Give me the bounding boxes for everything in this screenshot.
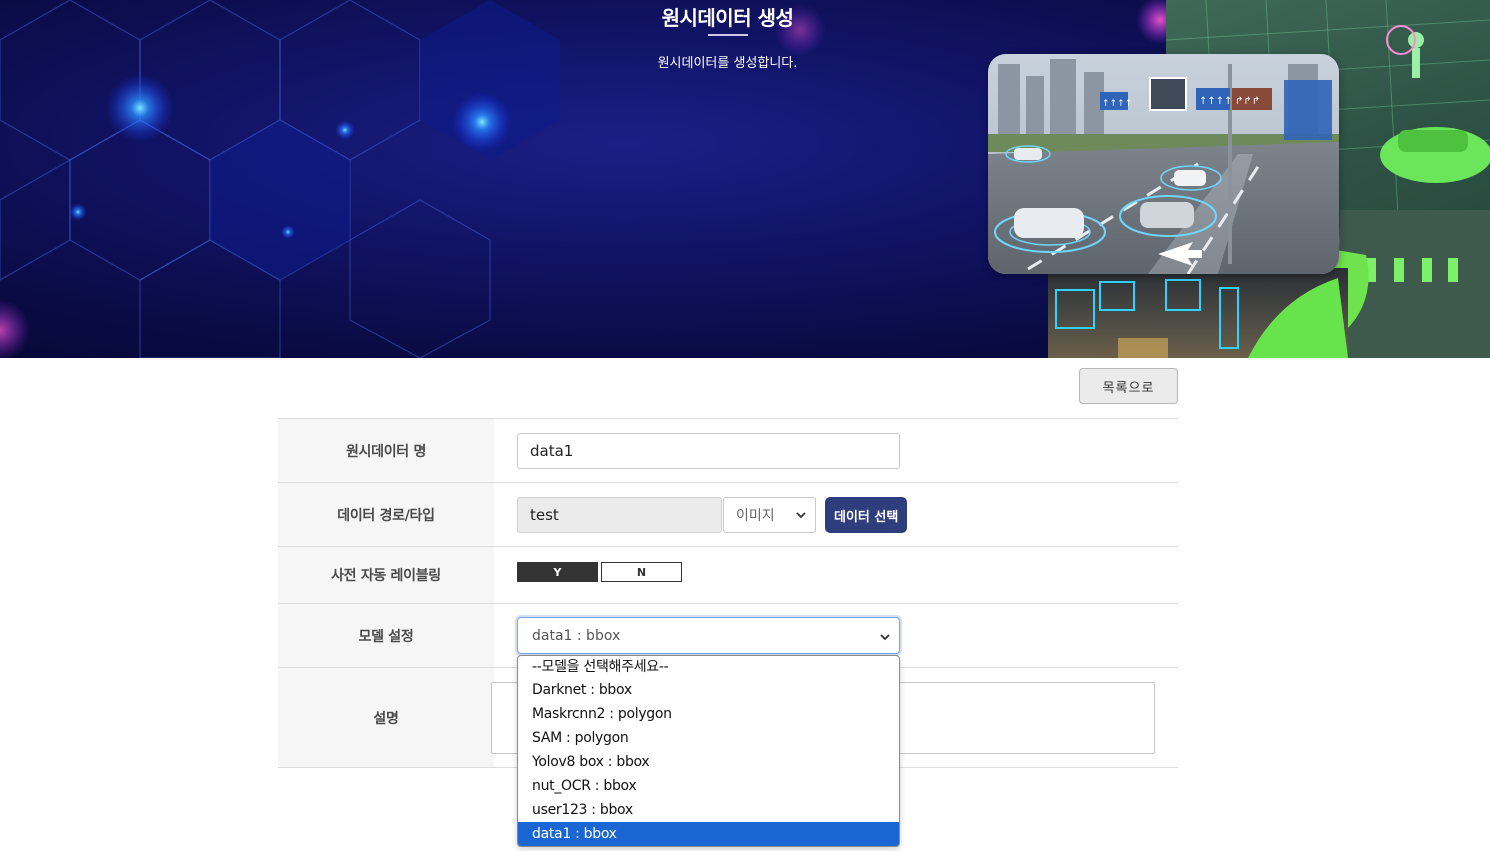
model-option[interactable]: Yolov8 box : bbox [518,750,899,774]
model-option[interactable]: Darknet : bbox [518,678,899,702]
model-select[interactable]: data1 : bbox [517,617,900,654]
form-row-name: 원시데이터 명 [278,419,1178,483]
chevron-down-icon [880,634,890,641]
road-sign-label: ↱↱↱ [1235,96,1260,107]
model-option[interactable]: Maskrcnn2 : polygon [518,702,899,726]
data-name-label: 원시데이터 명 [278,419,494,482]
model-selected-value: data1 : bbox [532,627,621,644]
data-path-label: 데이터 경로/타입 [278,483,494,546]
auto-labeling-yes-toggle[interactable]: Y [517,562,598,582]
select-data-button[interactable]: 데이터 선택 [825,497,908,533]
form-row-path: 데이터 경로/타입 이미지 데이터 선택 [278,483,1178,547]
chevron-down-icon [796,512,806,519]
model-dropdown-list: --모델을 선택해주세요-- Darknet : bbox Maskrcnn2 … [517,655,900,847]
description-label: 설명 [278,668,494,767]
data-path-input[interactable] [517,497,722,533]
model-option-placeholder[interactable]: --모델을 선택해주세요-- [518,656,899,678]
autonomous-road-image: ↑↑↑↑ ↑↑↑↑ ↱↱↱ [988,54,1339,274]
auto-labeling-no-toggle[interactable]: N [601,562,682,582]
hero-banner: 원시데이터 생성 원시데이터를 생성합니다. ↑↑↑↑ ↑↑↑↑ ↱↱↱ [0,0,1490,358]
form-row-auto-labeling: 사전 자동 레이블링 Y N [278,547,1178,604]
model-setting-label: 모델 설정 [278,604,494,667]
model-option[interactable]: SAM : polygon [518,726,899,750]
night-road-scene-image [1048,268,1348,358]
data-type-selected-value: 이미지 [736,508,775,524]
back-to-list-button[interactable]: 목록으로 [1079,368,1178,404]
model-option-highlighted[interactable]: data1 : bbox [518,822,899,846]
data-type-select[interactable]: 이미지 [723,497,816,533]
title-divider [708,34,748,36]
model-option[interactable]: nut_OCR : bbox [518,774,899,798]
road-sign-label: ↑↑↑↑ [1102,99,1132,109]
model-option[interactable]: user123 : bbox [518,798,899,822]
road-sign-label: ↑↑↑↑ [1199,96,1233,107]
auto-labeling-label: 사전 자동 레이블링 [278,547,494,603]
data-name-input[interactable] [517,433,900,469]
